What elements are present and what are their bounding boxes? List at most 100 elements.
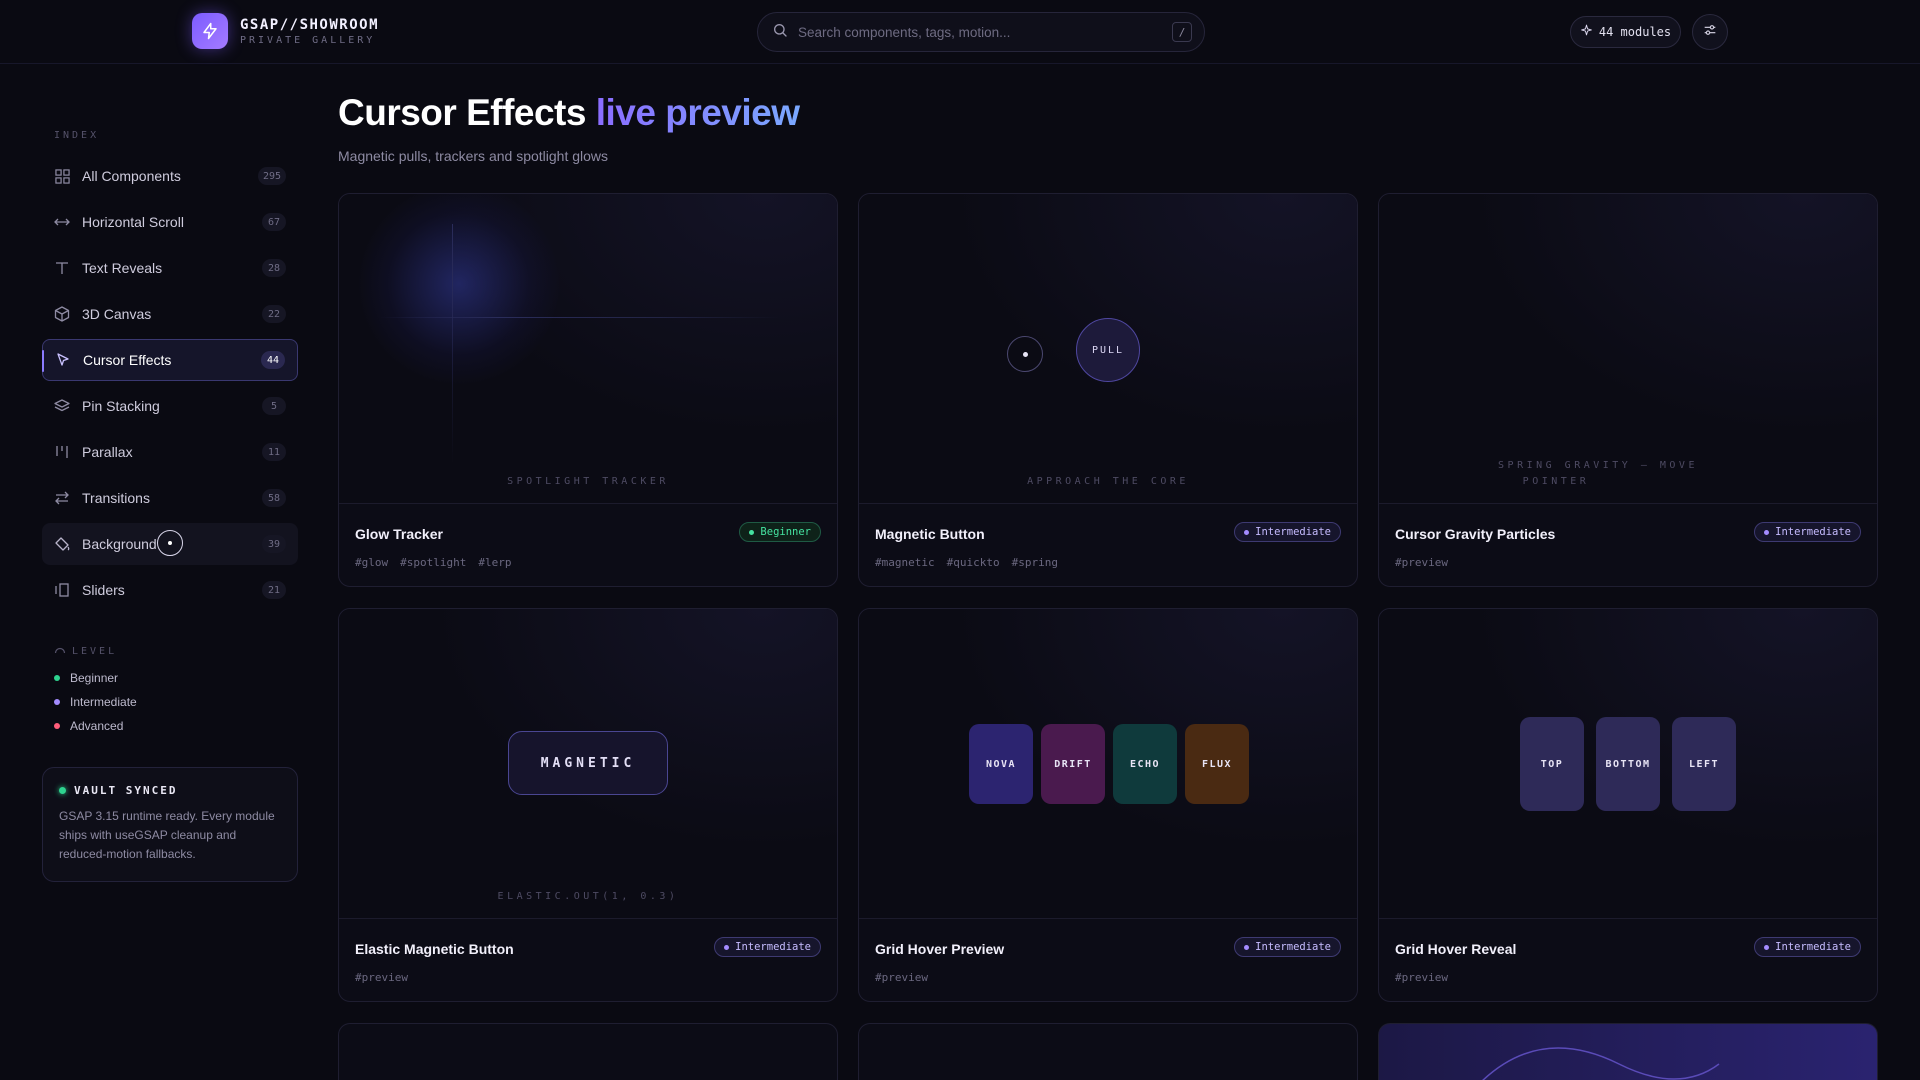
sidebar-item-label: Cursor Effects — [83, 352, 172, 368]
level-badge: Intermediate — [1754, 937, 1861, 957]
vault-status-card: VAULT SYNCED GSAP 3.15 runtime ready. Ev… — [42, 767, 298, 882]
sidebar-item-3d-canvas[interactable]: 3D Canvas 22 — [42, 293, 298, 335]
level-dot — [54, 699, 60, 705]
search-shortcut-key: / — [1172, 22, 1192, 42]
tile-left[interactable]: LEFT — [1672, 717, 1736, 811]
tag[interactable]: #lerp — [478, 556, 511, 569]
cursor-follower-dot — [1007, 336, 1043, 372]
tile-flux[interactable]: FLUX — [1185, 724, 1249, 804]
tag[interactable]: #preview — [1395, 556, 1448, 569]
sidebar-item-count: 39 — [262, 535, 286, 553]
tile-drift[interactable]: DRIFT — [1041, 724, 1105, 804]
sparkle-icon — [1580, 24, 1593, 40]
component-card-partial[interactable] — [858, 1023, 1358, 1080]
card-preview[interactable]: TOP BOTTOM LEFT — [1379, 609, 1877, 919]
tag[interactable]: #magnetic — [875, 556, 935, 569]
sidebar-item-count: 67 — [262, 213, 286, 231]
paint-bucket-icon — [54, 536, 70, 552]
tag[interactable]: #glow — [355, 556, 388, 569]
sidebar-item-label: 3D Canvas — [82, 306, 152, 322]
card-title: Magnetic Button — [875, 526, 985, 542]
sidebar-item-all-components[interactable]: All Components 295 — [42, 155, 298, 197]
tag-list: #preview — [1395, 556, 1448, 569]
component-card-cursor-gravity-particles[interactable]: SPRING GRAVITY — MOVE POINTER Cursor Gra… — [1378, 193, 1878, 587]
preview-caption: SPOTLIGHT TRACKER — [507, 476, 669, 487]
card-preview[interactable]: SPOTLIGHT TRACKER — [339, 194, 837, 504]
card-title: Grid Hover Reveal — [1395, 941, 1517, 957]
tag-list: #preview — [355, 971, 408, 984]
component-card-magnetic-button[interactable]: PULL APPROACH THE CORE Magnetic Button I… — [858, 193, 1358, 587]
page-subtitle: Magnetic pulls, trackers and spotlight g… — [338, 148, 609, 164]
tile-echo[interactable]: ECHO — [1113, 724, 1177, 804]
modules-count-button[interactable]: 44 modules — [1570, 16, 1681, 48]
sidebar-item-label: Pin Stacking — [82, 398, 160, 414]
search-bar[interactable]: / — [757, 12, 1205, 52]
tile-top[interactable]: TOP — [1520, 717, 1584, 811]
component-card-grid-hover-reveal[interactable]: TOP BOTTOM LEFT Grid Hover Reveal Interm… — [1378, 608, 1878, 1002]
badge-label: Beginner — [760, 526, 811, 538]
badge-label: Intermediate — [1775, 941, 1851, 953]
level-badge: Intermediate — [1234, 522, 1341, 542]
level-badge: Beginner — [739, 522, 821, 542]
search-input[interactable] — [798, 24, 1162, 40]
sidebar-item-pin-stacking[interactable]: Pin Stacking 5 — [42, 385, 298, 427]
component-card-partial[interactable] — [338, 1023, 838, 1080]
level-badge: Intermediate — [714, 937, 821, 957]
tag[interactable]: #spotlight — [400, 556, 466, 569]
card-preview[interactable]: NOVA DRIFT ECHO FLUX — [859, 609, 1357, 919]
tile-nova[interactable]: NOVA — [969, 724, 1033, 804]
top-bar: GSAP//SHOWROOM PRIVATE GALLERY / 44 modu… — [0, 0, 1920, 64]
brand[interactable]: GSAP//SHOWROOM PRIVATE GALLERY — [192, 13, 379, 49]
spotlight-glow — [359, 194, 559, 384]
search-icon — [772, 22, 788, 43]
card-preview[interactable]: SPRING GRAVITY — MOVE POINTER — [1379, 194, 1877, 504]
component-card-glow-tracker[interactable]: SPOTLIGHT TRACKER Glow Tracker Beginner … — [338, 193, 838, 587]
pull-button[interactable]: PULL — [1076, 318, 1140, 382]
tile-bottom[interactable]: BOTTOM — [1596, 717, 1660, 811]
layers-icon — [54, 398, 70, 414]
tag[interactable]: #quickto — [947, 556, 1000, 569]
level-filter-intermediate[interactable]: Intermediate — [54, 695, 137, 709]
index-label: INDEX — [54, 130, 100, 141]
level-label: Intermediate — [70, 695, 137, 709]
tag[interactable]: #preview — [875, 971, 928, 984]
vault-description: GSAP 3.15 runtime ready. Every module sh… — [59, 809, 275, 861]
card-title: Cursor Gravity Particles — [1395, 526, 1556, 542]
crosshair-vertical-line — [452, 224, 453, 464]
tag[interactable]: #spring — [1012, 556, 1058, 569]
sidebar-item-count: 44 — [261, 351, 285, 369]
sidebar-item-horizontal-scroll[interactable]: Horizontal Scroll 67 — [42, 201, 298, 243]
sidebar-item-text-reveals[interactable]: Text Reveals 28 — [42, 247, 298, 289]
cube-icon — [54, 306, 70, 322]
sliders-icon — [1702, 22, 1718, 43]
level-filter-beginner[interactable]: Beginner — [54, 671, 118, 685]
vault-title: VAULT SYNCED — [59, 784, 281, 797]
tag[interactable]: #preview — [1395, 971, 1448, 984]
card-preview[interactable]: PULL APPROACH THE CORE — [859, 194, 1357, 504]
magnetic-button[interactable]: MAGNETIC — [508, 731, 668, 795]
component-card-grid-hover-preview[interactable]: NOVA DRIFT ECHO FLUX Grid Hover Preview … — [858, 608, 1358, 1002]
component-card-partial[interactable] — [1378, 1023, 1878, 1080]
sidebar-item-sliders[interactable]: Sliders 21 — [42, 569, 298, 611]
sidebar-item-label: Horizontal Scroll — [82, 214, 184, 230]
brand-title: GSAP//SHOWROOM — [240, 16, 380, 33]
slider-panels-icon — [54, 582, 70, 598]
sidebar-item-count: 21 — [262, 581, 286, 599]
sidebar-item-cursor-effects[interactable]: Cursor Effects 44 — [42, 339, 298, 381]
cursor-icon — [55, 352, 71, 368]
grid-icon — [54, 168, 70, 184]
filter-settings-button[interactable] — [1692, 14, 1728, 50]
page-title-accent: live preview — [595, 92, 800, 133]
preview-caption-line1: SPRING GRAVITY — MOVE — [1498, 460, 1698, 471]
sidebar-item-transitions[interactable]: Transitions 58 — [42, 477, 298, 519]
tag-list: #preview — [875, 971, 928, 984]
card-preview[interactable]: MAGNETIC ELASTIC.OUT(1, 0.3) — [339, 609, 837, 919]
swap-arrows-icon — [54, 490, 70, 506]
tag[interactable]: #preview — [355, 971, 408, 984]
level-dot — [54, 675, 60, 681]
sidebar-item-parallax[interactable]: Parallax 11 — [42, 431, 298, 473]
level-badge: Intermediate — [1754, 522, 1861, 542]
level-filter-advanced[interactable]: Advanced — [54, 719, 123, 733]
badge-label: Intermediate — [1255, 941, 1331, 953]
component-card-elastic-magnetic-button[interactable]: MAGNETIC ELASTIC.OUT(1, 0.3) Elastic Mag… — [338, 608, 838, 1002]
